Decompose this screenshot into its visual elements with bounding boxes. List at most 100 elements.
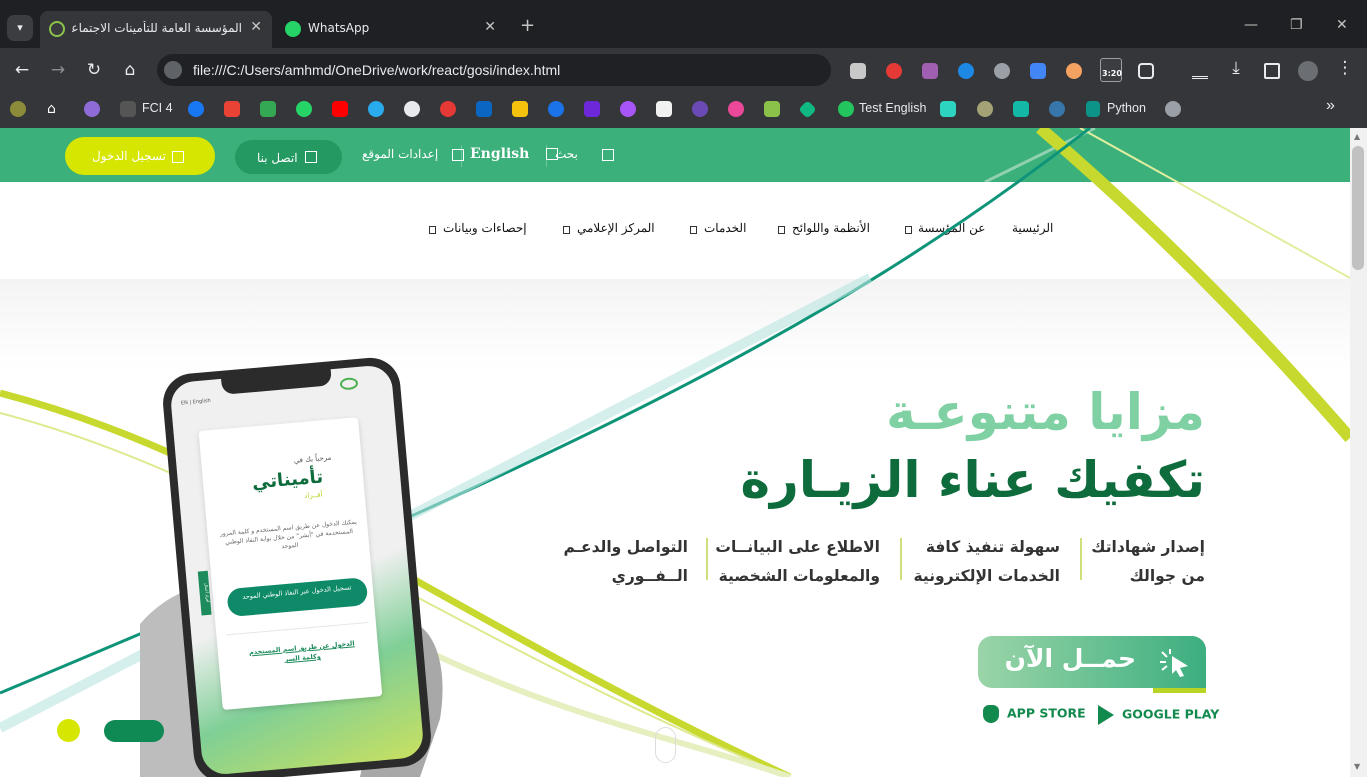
cursor-click-icon: [1160, 649, 1188, 677]
bookmark-icon[interactable]: [10, 101, 26, 117]
bookmark-icon[interactable]: [584, 101, 600, 117]
close-window-icon[interactable]: ✕: [1336, 17, 1348, 33]
phone-login-card: مرحباً بك في تأميناتي أفــراد يمكنك الدخ…: [198, 417, 383, 710]
page-viewport: بحث English إعدادات الموقع اتصل بنا تسجي…: [0, 128, 1350, 777]
phone-side-tab: أفراد أعمال: [197, 570, 212, 616]
page-scrollbar[interactable]: ▲ ▼: [1350, 128, 1367, 777]
tab-whatsapp[interactable]: WhatsApp ✕: [276, 11, 506, 48]
phone-language: EN | English: [180, 397, 212, 407]
hero-title-line2: تكفيك عناء الزيـارة: [740, 451, 1205, 509]
code-icon[interactable]: [656, 101, 672, 117]
app-store-link[interactable]: APP STORE: [983, 705, 1086, 723]
google-play-icon: [1098, 705, 1114, 725]
phone-notch: [220, 367, 333, 395]
hero-section: مزايا متنوعـة تكفيك عناء الزيـارة إصدار …: [0, 128, 1350, 777]
feature-certificates: إصدار شهاداتك من جوالك: [1091, 538, 1205, 585]
phone-username-link: الدخول عن طريق اسم المستخدم وكلمة السر: [248, 639, 355, 664]
bookmark-fci[interactable]: FCI 4: [142, 101, 173, 115]
whatsapp-icon: [285, 21, 301, 37]
bookmark-icon[interactable]: [764, 101, 780, 117]
site-info-icon[interactable]: [164, 61, 182, 79]
back-icon[interactable]: ←: [11, 60, 33, 80]
clock-badge: 3:20: [1102, 69, 1122, 78]
telegram-icon[interactable]: [368, 101, 384, 117]
timer-extension-icon[interactable]: 3:20: [1100, 58, 1122, 82]
extension-icon[interactable]: [958, 63, 974, 79]
new-tab-button[interactable]: +: [520, 15, 535, 36]
classroom-icon[interactable]: [260, 101, 276, 117]
phone-description: يمكنك الدخول عن طريق اسم المستخدم و كلمة…: [219, 518, 358, 551]
feature-divider: [706, 538, 708, 580]
gosi-logo-icon: [339, 377, 359, 391]
bookmark-icon[interactable]: [84, 101, 100, 117]
side-panel-icon[interactable]: [1264, 63, 1280, 79]
chatgpt-icon[interactable]: [1165, 101, 1181, 117]
google-play-link[interactable]: GOOGLE PLAY: [1098, 705, 1219, 725]
gosi-favicon-icon: [49, 21, 65, 37]
browser-toolbar: ← → ↻ ⌂ file:///C:/Users/amhmd/OneDrive/…: [0, 48, 1367, 92]
globe-icon[interactable]: [994, 63, 1010, 79]
extension-icon[interactable]: [922, 63, 938, 79]
github-icon[interactable]: [404, 101, 420, 117]
feature-divider: [900, 538, 902, 580]
more-bookmarks-icon[interactable]: »: [1326, 97, 1335, 115]
extensions-puzzle-icon[interactable]: [1138, 63, 1154, 79]
bookmark-icon[interactable]: [728, 101, 744, 117]
bookmark-test-english[interactable]: Test English: [859, 101, 926, 115]
download-now-button[interactable]: حمــل الآن: [978, 636, 1206, 693]
scrollbar-thumb[interactable]: [1352, 146, 1364, 270]
gmail-icon[interactable]: [224, 101, 240, 117]
feature-eservices: سهولة تنفيذ كافة الخدمات الإلكترونية: [913, 538, 1061, 585]
scroll-down-arrow-icon[interactable]: ▼: [1354, 762, 1360, 771]
bookmark-icon[interactable]: [512, 101, 528, 117]
phone-welcome: مرحباً بك في: [293, 453, 332, 465]
phone-device: EN | English مرحباً بك في تأميناتي أفــر…: [160, 355, 434, 777]
tab-title: المؤسسة العامة للتأمينات الاجتماعية: [72, 21, 242, 35]
phone-brand-sub: أفــراد: [303, 490, 323, 501]
forward-icon[interactable]: →: [47, 60, 69, 80]
close-tab-icon[interactable]: ✕: [250, 19, 262, 35]
bookmark-icon[interactable]: [440, 101, 456, 117]
media-control-icon[interactable]: [1192, 63, 1208, 79]
bookmark-icon[interactable]: [692, 101, 708, 117]
tab-gosi[interactable]: المؤسسة العامة للتأمينات الاجتماعية ✕: [40, 11, 272, 48]
home-bookmark-icon[interactable]: ⌂: [47, 101, 63, 117]
extension-icon[interactable]: [886, 63, 902, 79]
extension-icon[interactable]: [1066, 63, 1082, 79]
restore-icon[interactable]: ❐: [1290, 17, 1303, 33]
slider-dot-active[interactable]: [104, 720, 164, 742]
tab-search-button[interactable]: ▾: [7, 15, 33, 41]
close-tab-icon[interactable]: ✕: [484, 19, 496, 35]
feature-divider: [1080, 538, 1082, 580]
youtube-icon[interactable]: [332, 101, 348, 117]
minimize-icon[interactable]: —: [1244, 17, 1258, 33]
bookmark-python[interactable]: Python: [1107, 101, 1146, 115]
scroll-up-arrow-icon[interactable]: ▲: [1354, 132, 1360, 141]
download-icon[interactable]: ⤓: [1225, 58, 1247, 78]
download-underline: [1153, 688, 1206, 693]
extension-icon[interactable]: [850, 63, 866, 79]
fci-icon[interactable]: [120, 101, 136, 117]
menu-kebab-icon[interactable]: ⋮: [1334, 58, 1356, 78]
python-logo-icon[interactable]: [1049, 101, 1065, 117]
slider-dot[interactable]: [57, 719, 80, 742]
address-bar[interactable]: file:///C:/Users/amhmd/OneDrive/work/rea…: [157, 54, 831, 86]
reload-icon[interactable]: ↻: [83, 60, 105, 80]
check-icon[interactable]: [838, 101, 854, 117]
translate-icon[interactable]: [1030, 63, 1046, 79]
bookmark-icon[interactable]: [940, 101, 956, 117]
whatsapp-icon[interactable]: [296, 101, 312, 117]
bookmark-icon[interactable]: [548, 101, 564, 117]
profile-avatar[interactable]: [1298, 61, 1318, 81]
bookmark-icon[interactable]: [620, 101, 636, 117]
bookmark-icon[interactable]: [1086, 101, 1100, 117]
home-icon[interactable]: ⌂: [119, 60, 141, 80]
bookmark-icon[interactable]: [1013, 101, 1029, 117]
facebook-icon[interactable]: [188, 101, 204, 117]
tab-title: WhatsApp: [308, 21, 370, 35]
feature-data-access: الاطلاع على البيانــات والمعلومات الشخصي…: [715, 538, 880, 585]
linkedin-icon[interactable]: [476, 101, 492, 117]
scroll-down-mouse-icon[interactable]: [655, 727, 676, 763]
bookmark-icon[interactable]: [977, 101, 993, 117]
bookmark-icon[interactable]: [798, 100, 817, 119]
